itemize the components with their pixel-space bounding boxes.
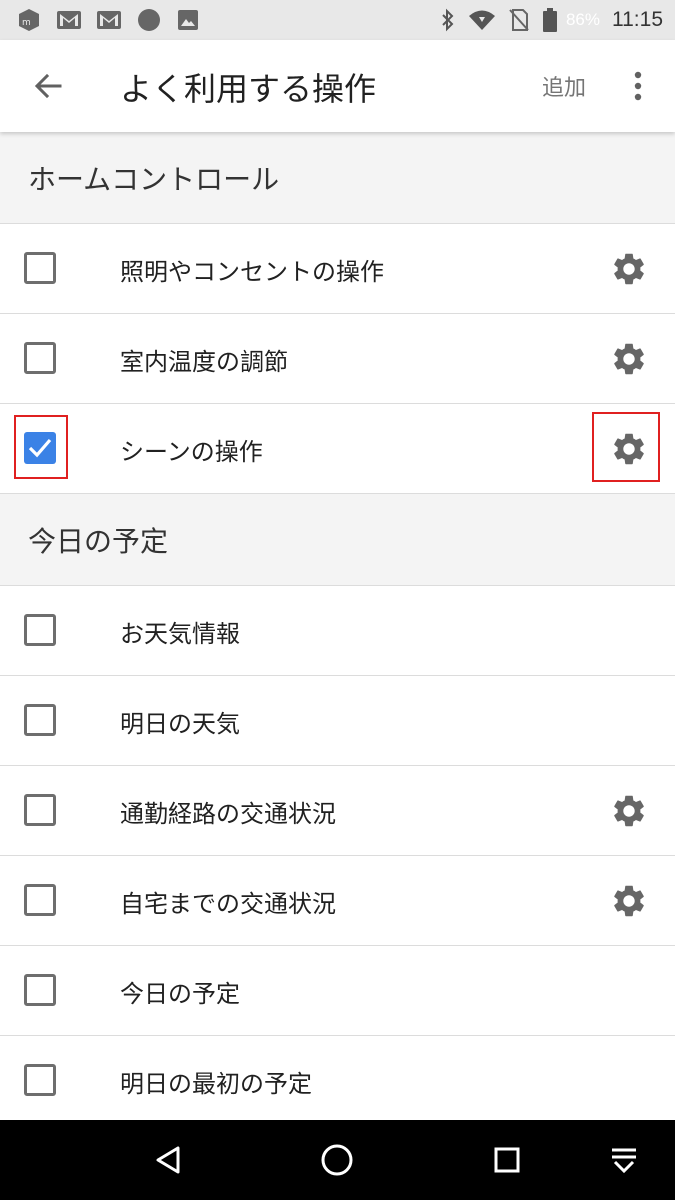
settings-gear-icon[interactable]: [610, 792, 648, 830]
status-bar-system: 86% 11:15: [440, 7, 663, 33]
item-label: 今日の予定: [120, 980, 240, 1008]
item-label: 照明やコンセントの操作: [120, 258, 384, 286]
page-title: よく利用する操作: [120, 70, 377, 108]
no-sim-icon: [508, 8, 530, 32]
checkbox[interactable]: [24, 794, 56, 826]
navigation-bar: [0, 1120, 675, 1200]
recents-square-icon: [493, 1146, 521, 1174]
checkbox[interactable]: [24, 342, 56, 374]
list-item[interactable]: 通勤経路の交通状況: [0, 766, 675, 856]
list-item[interactable]: 自宅までの交通状況: [0, 856, 675, 946]
back-triangle-icon: [154, 1145, 182, 1175]
svg-text:m: m: [22, 18, 31, 28]
item-label: 明日の最初の予定: [120, 1070, 312, 1098]
more-vert-icon: [634, 71, 642, 101]
section-header: ホームコントロール: [0, 132, 675, 224]
list-item[interactable]: 照明やコンセントの操作: [0, 224, 675, 314]
image-icon: [176, 8, 200, 32]
checkbox[interactable]: [24, 1064, 56, 1096]
item-label: 明日の天気: [120, 710, 240, 738]
wifi-icon: [468, 8, 496, 32]
settings-gear-icon[interactable]: [610, 340, 648, 378]
battery-percentage: 86%: [565, 10, 600, 29]
bluetooth-icon: [440, 8, 456, 32]
nav-notifications-button[interactable]: [604, 1140, 644, 1180]
clock: 11:15: [612, 8, 663, 31]
item-label: 自宅までの交通状況: [120, 890, 336, 918]
checkbox[interactable]: [24, 252, 56, 284]
item-label: 通勤経路の交通状況: [120, 800, 336, 828]
list-item[interactable]: お天気情報: [0, 586, 675, 676]
battery-icon: [542, 7, 558, 33]
circle-icon: [136, 7, 162, 33]
gmail-icon: [96, 9, 122, 31]
checkbox[interactable]: [24, 884, 56, 916]
gmail-icon: [56, 9, 82, 31]
checkbox-checked[interactable]: [24, 432, 56, 464]
checkbox[interactable]: [24, 974, 56, 1006]
nav-home-button[interactable]: [317, 1140, 357, 1180]
list-item[interactable]: 明日の最初の予定: [0, 1036, 675, 1120]
item-label: お天気情報: [120, 620, 240, 648]
add-button[interactable]: 追加: [542, 70, 586, 102]
list-item[interactable]: 明日の天気: [0, 676, 675, 766]
checkbox[interactable]: [24, 704, 56, 736]
settings-gear-icon[interactable]: [610, 430, 648, 468]
list-item[interactable]: 室内温度の調節: [0, 314, 675, 404]
checkbox[interactable]: [24, 614, 56, 646]
settings-list: ホームコントロール 照明やコンセントの操作 室内温度の調節 シーンの操作 今日の予定 お天…: [0, 132, 675, 1120]
list-item[interactable]: シーンの操作: [0, 404, 675, 494]
status-bar-notifications: m: [16, 7, 200, 33]
list-item[interactable]: 今日の予定: [0, 946, 675, 1036]
status-bar: m 86% 11:15: [0, 0, 675, 40]
nav-back-button[interactable]: [148, 1140, 188, 1180]
app-bar: よく利用する操作 追加: [0, 40, 675, 132]
item-label: シーンの操作: [120, 438, 263, 466]
settings-gear-icon[interactable]: [610, 882, 648, 920]
back-arrow-icon: [33, 71, 63, 101]
notifications-down-icon: [609, 1145, 639, 1175]
back-button[interactable]: [24, 62, 72, 110]
app-notification-icon: m: [16, 7, 42, 33]
more-options-button[interactable]: [620, 64, 656, 108]
home-circle-icon: [320, 1143, 354, 1177]
item-label: 室内温度の調節: [120, 348, 288, 376]
nav-recents-button[interactable]: [487, 1140, 527, 1180]
section-header: 今日の予定: [0, 494, 675, 586]
settings-gear-icon[interactable]: [610, 250, 648, 288]
